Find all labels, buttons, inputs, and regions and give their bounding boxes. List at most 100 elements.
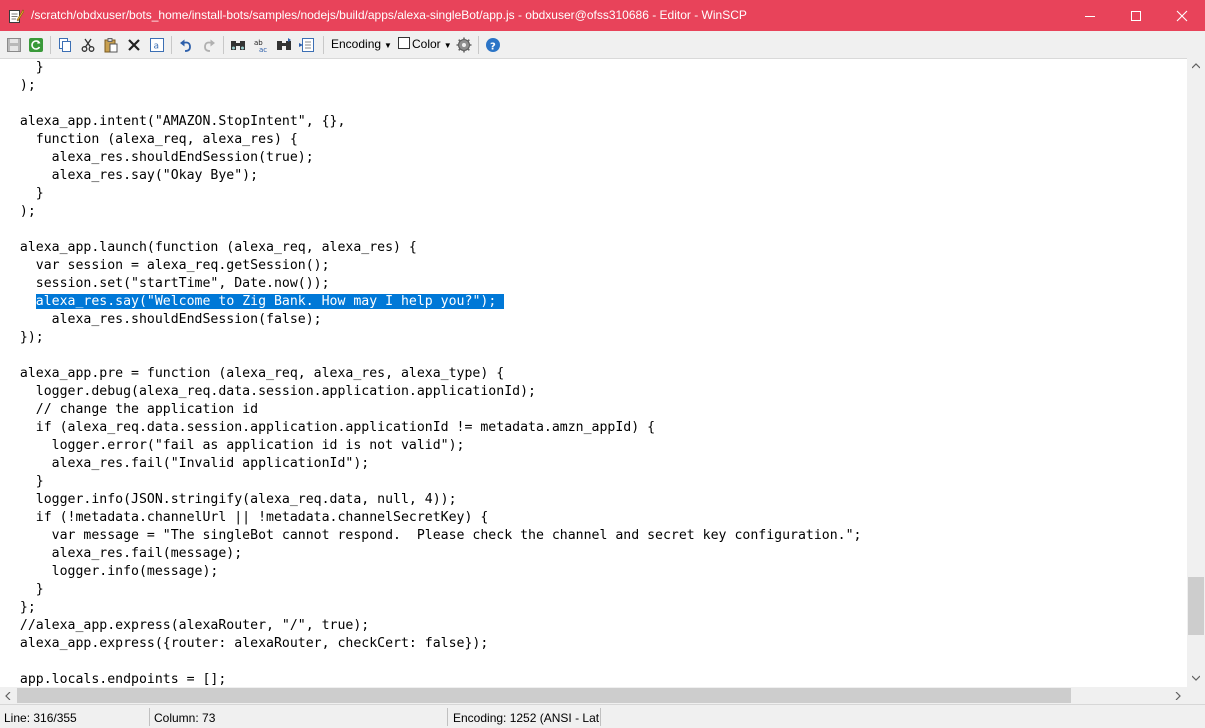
code-line[interactable]: var session = alexa_req.getSession();	[4, 257, 330, 275]
code-text: if (alexa_req.data.session.application.a…	[4, 420, 656, 435]
save-icon[interactable]	[4, 35, 24, 55]
code-line[interactable]: });	[4, 329, 44, 347]
color-checkbox[interactable]	[398, 37, 410, 49]
find-next-icon[interactable]	[274, 35, 294, 55]
undo-icon[interactable]	[176, 35, 196, 55]
code-text: function (alexa_req, alexa_res) {	[4, 132, 298, 147]
chevron-down-icon: ▼	[384, 41, 392, 50]
code-line[interactable]: }	[4, 59, 44, 77]
chevron-down-icon: ▼	[443, 41, 452, 50]
code-line[interactable]: var message = "The singleBot cannot resp…	[4, 527, 862, 545]
encoding-dropdown[interactable]: Encoding ▼	[331, 37, 392, 51]
selected-text: alexa_res.say("Welcome to Zig Bank. How …	[35, 294, 505, 309]
toolbar-separator	[323, 36, 324, 54]
code-text: alexa_app.intent("AMAZON.StopIntent", {}…	[4, 114, 346, 129]
code-text: app.locals.endpoints = [];	[4, 672, 227, 687]
paste-icon[interactable]	[101, 35, 121, 55]
status-separator	[447, 708, 448, 726]
code-line[interactable]: logger.info(message);	[4, 563, 219, 581]
code-text: alexa_app.express({router: alexaRouter, …	[4, 636, 489, 651]
toolbar-separator	[50, 36, 51, 54]
horizontal-scrollbar[interactable]	[0, 687, 1187, 704]
status-bar: Line: 316/355 Column: 73 Encoding: 1252 …	[0, 704, 1205, 728]
code-line[interactable]: alexa_res.say("Okay Bye");	[4, 167, 258, 185]
code-line[interactable]: }	[4, 473, 44, 491]
code-text: alexa_res.shouldEndSession(false);	[4, 312, 322, 327]
code-line[interactable]: alexa_res.shouldEndSession(false);	[4, 311, 322, 329]
code-text: logger.error("fail as application id is …	[4, 438, 465, 453]
code-text: alexa_res.fail("Invalid applicationId");	[4, 456, 370, 471]
status-separator	[149, 708, 150, 726]
code-text: var message = "The singleBot cannot resp…	[4, 528, 862, 543]
code-line[interactable]: alexa_res.shouldEndSession(true);	[4, 149, 314, 167]
title-bar: /scratch/obdxuser/bots_home/install-bots…	[0, 0, 1205, 31]
copy-icon[interactable]	[55, 35, 75, 55]
go-to-line-icon[interactable]	[297, 35, 317, 55]
code-line[interactable]: app.locals.endpoints = [];	[4, 671, 226, 687]
cut-icon[interactable]	[78, 35, 98, 55]
code-line[interactable]: if (alexa_req.data.session.application.a…	[4, 419, 655, 437]
code-line[interactable]: alexa_app.pre = function (alexa_req, ale…	[4, 365, 504, 383]
code-text: alexa_app.pre = function (alexa_req, ale…	[4, 366, 505, 381]
code-line[interactable]: if (!metadata.channelUrl || !metadata.ch…	[4, 509, 489, 527]
settings-icon[interactable]	[454, 35, 474, 55]
code-line[interactable]: //alexa_app.express(alexaRouter, "/", tr…	[4, 617, 369, 635]
code-line[interactable]: alexa_res.fail(message);	[4, 545, 243, 563]
code-text: if (!metadata.channelUrl || !metadata.ch…	[4, 510, 489, 525]
code-text: logger.debug(alexa_req.data.session.appl…	[4, 384, 536, 399]
help-icon[interactable]: ?	[483, 35, 503, 55]
window-title: /scratch/obdxuser/bots_home/install-bots…	[31, 8, 747, 22]
minimize-button[interactable]	[1067, 0, 1113, 31]
code-line[interactable]: session.set("startTime", Date.now());	[4, 275, 330, 293]
svg-text:ac: ac	[259, 46, 267, 53]
reload-icon[interactable]	[26, 35, 46, 55]
code-line[interactable]: alexa_res.say("Welcome to Zig Bank. How …	[4, 293, 505, 311]
find-icon[interactable]	[228, 35, 248, 55]
scroll-down-button[interactable]	[1187, 670, 1205, 687]
code-text: // change the application id	[4, 402, 259, 417]
code-line[interactable]: }	[4, 581, 44, 599]
maximize-button[interactable]	[1113, 0, 1159, 31]
code-line[interactable]: };	[4, 599, 36, 617]
code-text: }	[4, 60, 44, 75]
code-line[interactable]: alexa_res.fail("Invalid applicationId");	[4, 455, 370, 473]
vertical-scrollbar[interactable]	[1187, 58, 1205, 687]
code-line[interactable]: logger.debug(alexa_req.data.session.appl…	[4, 383, 536, 401]
scroll-left-button[interactable]	[0, 687, 17, 704]
close-button[interactable]	[1159, 0, 1205, 31]
vertical-scroll-thumb[interactable]	[1188, 577, 1204, 635]
color-dropdown[interactable]: Color ▼	[412, 37, 452, 51]
status-line: Line: 316/355	[4, 711, 77, 725]
status-column: Column: 73	[154, 711, 216, 725]
code-line[interactable]: alexa_app.express({router: alexaRouter, …	[4, 635, 488, 653]
code-line[interactable]: // change the application id	[4, 401, 258, 419]
replace-icon[interactable]: ab ac	[251, 35, 271, 55]
svg-text:?: ?	[490, 42, 496, 53]
select-all-icon[interactable]: a	[147, 35, 167, 55]
code-line[interactable]: logger.info(JSON.stringify(alexa_req.dat…	[4, 491, 457, 509]
code-text: logger.info(JSON.stringify(alexa_req.dat…	[4, 492, 457, 507]
code-line[interactable]: alexa_app.launch(function (alexa_req, al…	[4, 239, 417, 257]
code-text: };	[4, 600, 36, 615]
code-line[interactable]: function (alexa_req, alexa_res) {	[4, 131, 298, 149]
code-text: alexa_res.shouldEndSession(true);	[4, 150, 314, 165]
code-text: session.set("startTime", Date.now());	[4, 276, 330, 291]
scroll-up-button[interactable]	[1187, 58, 1205, 75]
svg-text:a: a	[154, 42, 160, 52]
code-editor[interactable]: } ); alexa_app.intent("AMAZON.StopIntent…	[0, 58, 1187, 687]
code-line[interactable]: alexa_app.intent("AMAZON.StopIntent", {}…	[4, 113, 346, 131]
code-line[interactable]: }	[4, 185, 44, 203]
code-line[interactable]: logger.error("fail as application id is …	[4, 437, 465, 455]
code-text: //alexa_app.express(alexaRouter, "/", tr…	[4, 618, 370, 633]
redo-icon[interactable]	[199, 35, 219, 55]
toolbar-separator	[478, 36, 479, 54]
scroll-right-button[interactable]	[1170, 687, 1187, 704]
code-text: );	[4, 204, 36, 219]
toolbar-separator	[223, 36, 224, 54]
code-line[interactable]: );	[4, 77, 36, 95]
delete-icon[interactable]	[124, 35, 144, 55]
horizontal-scroll-thumb[interactable]	[17, 688, 1071, 703]
code-line[interactable]: );	[4, 203, 36, 221]
toolbar: a ab ac Encoding ▼ Color ▼ ?	[0, 31, 1205, 58]
